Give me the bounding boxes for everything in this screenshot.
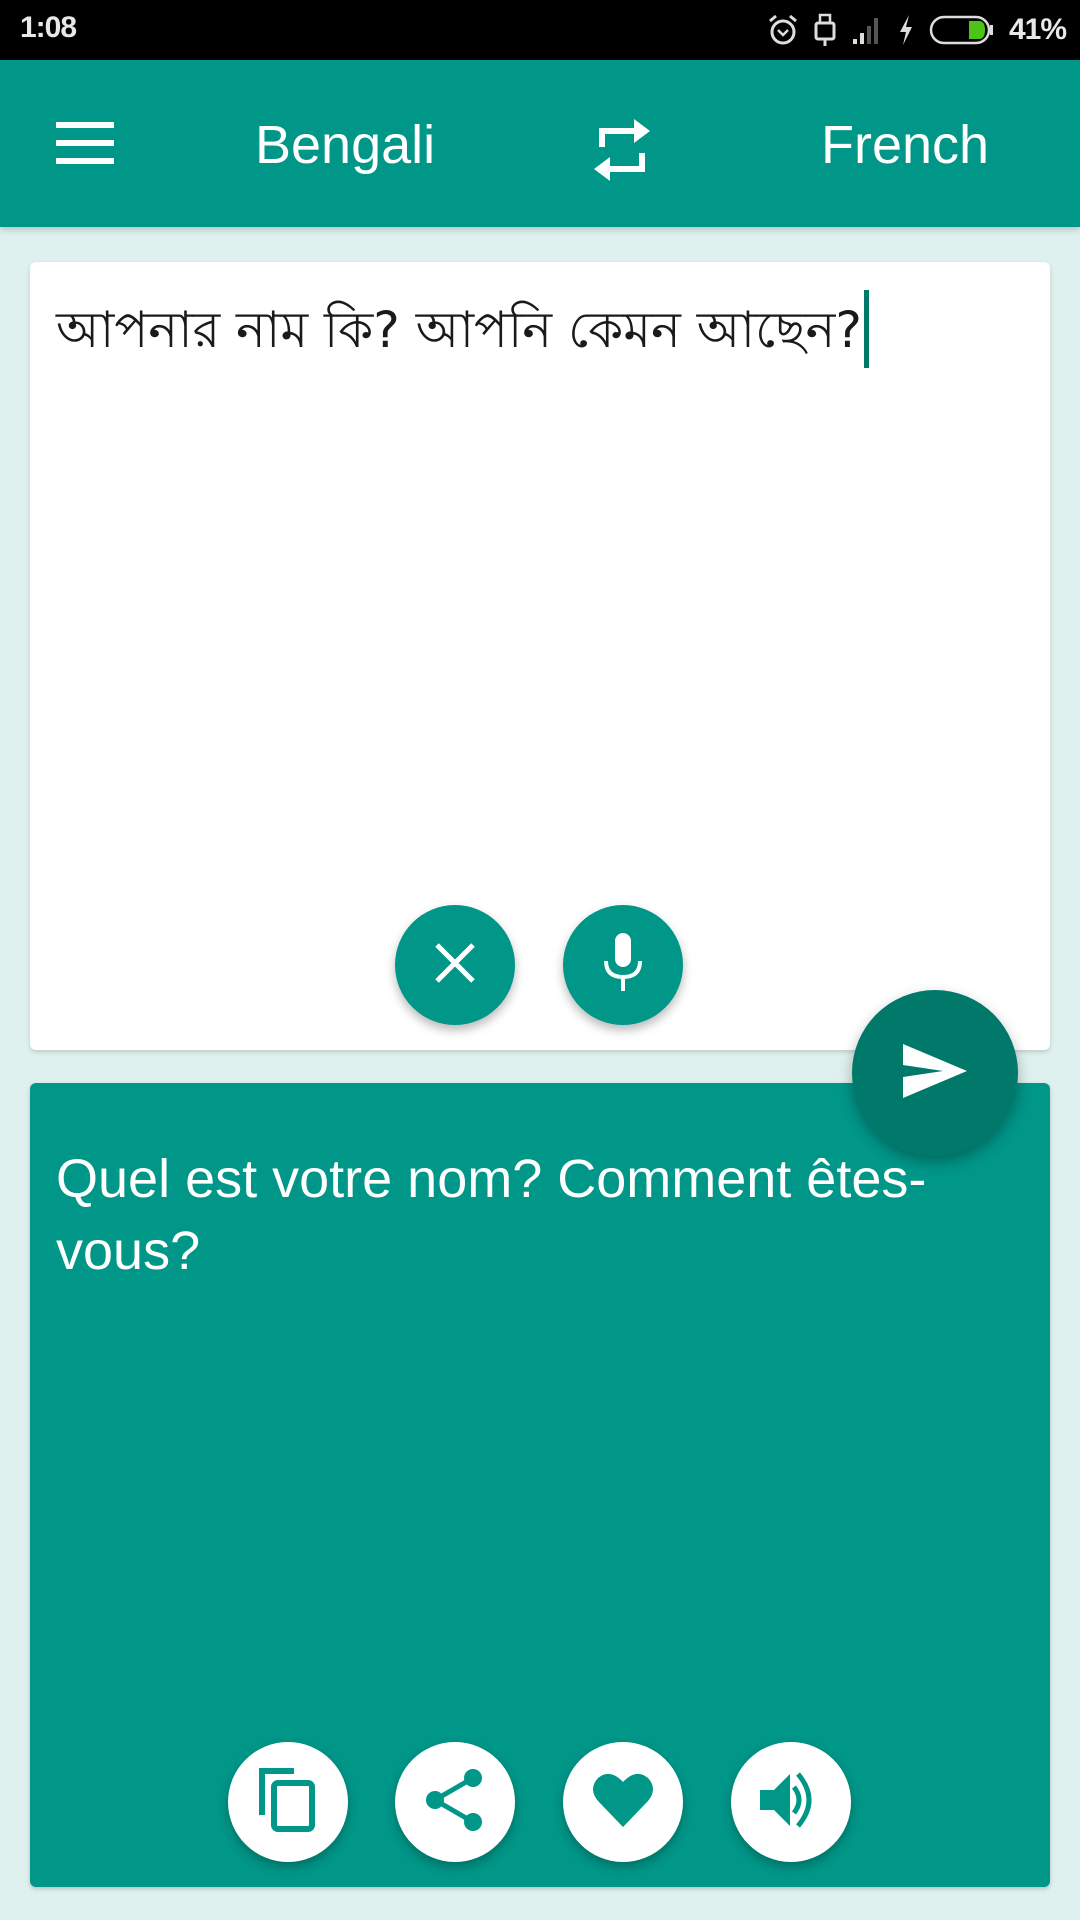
app-bar: Bengali French — [0, 60, 1080, 227]
battery-percent: 41% — [1008, 13, 1067, 46]
share-button[interactable] — [395, 1742, 515, 1862]
microphone-icon — [603, 932, 643, 998]
source-language-button[interactable]: Bengali — [255, 110, 435, 180]
hamburger-menu-icon — [56, 121, 114, 169]
share-icon — [425, 1768, 485, 1837]
copy-button[interactable] — [228, 1742, 348, 1862]
text-caret — [863, 290, 869, 368]
clear-button[interactable] — [395, 905, 515, 1025]
translate-send-button[interactable] — [852, 990, 1018, 1156]
source-text-input[interactable]: আপনার নাম কি? আপনি কেমন আছেন? — [56, 290, 1036, 370]
output-card: Quel est votre nom? Comment êtes-vous? — [30, 1083, 1050, 1887]
status-bar: 1:08 41% — [0, 0, 1080, 60]
status-icons: 41% — [767, 10, 1067, 50]
close-icon — [433, 941, 477, 990]
translated-text: Quel est votre nom? Comment êtes-vous? — [56, 1149, 927, 1281]
menu-button[interactable] — [40, 110, 130, 180]
target-language-button[interactable]: French — [821, 110, 989, 180]
usb-icon — [813, 13, 837, 47]
input-card: আপনার নাম কি? আপনি কেমন আছেন? — [30, 262, 1050, 1050]
copy-icon — [258, 1767, 318, 1838]
signal-icon — [851, 15, 883, 45]
heart-icon — [592, 1771, 654, 1834]
swap-languages-button[interactable] — [583, 112, 663, 192]
swap-languages-icon — [594, 118, 652, 186]
charging-icon — [897, 13, 915, 47]
speaker-icon — [760, 1770, 822, 1835]
source-text: আপনার নাম কি? আপনি কেমন আছেন? — [56, 301, 862, 359]
send-icon — [903, 1043, 967, 1103]
favorite-button[interactable] — [563, 1742, 683, 1862]
status-time: 1:08 — [20, 11, 77, 44]
battery-icon — [929, 14, 995, 46]
alarm-icon — [767, 13, 799, 47]
microphone-button[interactable] — [563, 905, 683, 1025]
speak-button[interactable] — [731, 1742, 851, 1862]
